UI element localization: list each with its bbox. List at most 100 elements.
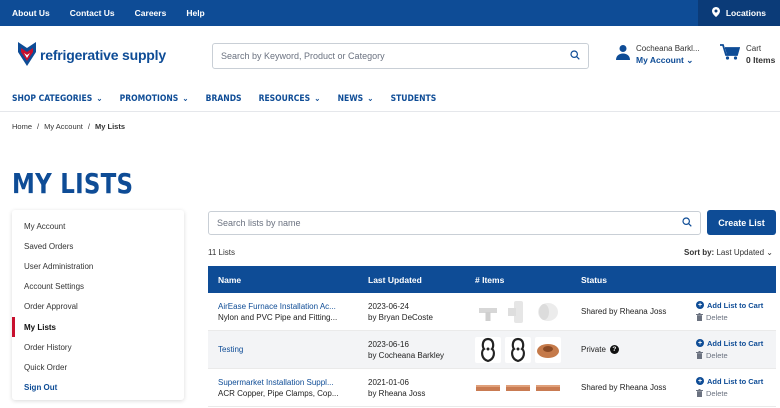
nav-promotions[interactable]: PROMOTIONS ⌄ [120,94,189,104]
delete-list-button[interactable]: Delete [696,312,776,323]
my-account-label: My Account ⌄ [636,55,694,65]
site-search-placeholder: Search by Keyword, Product or Category [221,51,385,61]
sidebar-item-my-lists[interactable]: My Lists [12,316,184,338]
breadcrumb-my-account[interactable]: My Account [44,122,83,131]
table-row: Testing 2023-06-16 by Cocheana Barkley P… [208,331,776,369]
pvc-fitting-thumbnail[interactable] [505,298,531,325]
page-title: MY LISTS [12,167,134,200]
status-cell: Shared by Rheana Joss [581,307,696,316]
list-count: 11 Lists [208,248,235,257]
plus-circle-icon: + [696,377,704,385]
nav-news[interactable]: NEWS ⌄ [338,94,374,104]
pipe-tee-thumbnail[interactable] [475,298,501,325]
sidebar-item-order-history[interactable]: Order History [12,337,184,357]
row-actions: + Add List to Cart Delete [696,377,776,399]
status-text: Shared by Rheana Joss [581,307,667,316]
items-thumbnails [475,336,581,363]
column-last-updated[interactable]: Last Updated [368,275,475,285]
list-search-input[interactable]: Search lists by name [208,211,701,235]
updated-by: by Bryan DeCoste [368,312,433,322]
last-updated-cell: 2023-06-24 by Bryan DeCoste [368,302,475,322]
column-name[interactable]: Name [208,275,368,285]
updated-by: by Rheana Joss [368,388,426,398]
site-header: refrigerative supply Search by Keyword, … [0,26,780,86]
site-search-input[interactable]: Search by Keyword, Product or Category [212,43,589,69]
brand-name: refrigerative supply [40,47,166,63]
chevron-down-icon: ⌄ [686,55,694,65]
pipe-clamp-thumbnail[interactable] [505,336,531,363]
list-name-cell: AirEase Furnace Installation Ac... Nylon… [208,302,368,322]
pvc-cap-thumbnail[interactable] [535,298,561,325]
table-row: AirEase Furnace Installation Ac... Nylon… [208,293,776,331]
nav-students[interactable]: STUDENTS [391,94,437,104]
trash-icon [696,350,703,361]
delete-list-button[interactable]: Delete [696,350,776,361]
nav-brands[interactable]: BRANDS [206,94,242,104]
delete-list-button[interactable]: Delete [696,388,776,399]
locations-button[interactable]: Locations [697,0,780,26]
updated-date: 2021-01-06 [368,377,409,387]
account-menu[interactable]: Cocheana Barkl... My Account ⌄ [616,44,700,66]
sidebar-item-account-settings[interactable]: Account Settings [12,277,184,297]
list-name-cell: Supermarket Installation Suppl... ACR Co… [208,378,368,398]
sidebar-item-my-account[interactable]: My Account [12,216,184,236]
utility-links: About Us Contact Us Careers Help [0,8,205,18]
cart-text: Cart 0 Items [746,44,775,65]
pipe-clamp-thumbnail[interactable] [475,336,501,363]
chevron-down-icon: ⌄ [96,93,103,104]
sort-dropdown[interactable]: Sort by: Last Updated ⌄ [684,248,773,257]
account-sidebar: My Account Saved Orders User Administrat… [12,210,184,400]
breadcrumb-current: My Lists [94,122,125,131]
add-list-to-cart-button[interactable]: + Add List to Cart [696,339,776,348]
location-pin-icon [711,7,720,19]
sidebar-item-quick-order[interactable]: Quick Order [12,357,184,377]
updated-date: 2023-06-24 [368,301,409,311]
search-icon[interactable] [682,217,692,229]
create-list-button[interactable]: Create List [707,210,776,235]
breadcrumb-separator: / [37,122,40,131]
sidebar-item-user-administration[interactable]: User Administration [12,256,184,276]
sidebar-item-sign-out[interactable]: Sign Out [12,378,184,398]
trash-icon [696,388,703,399]
about-us-link[interactable]: About Us [12,8,50,18]
add-list-to-cart-button[interactable]: + Add List to Cart [696,377,776,386]
status-text: Shared by Rheana Joss [581,383,667,392]
copper-pipe-thumbnail[interactable] [475,374,501,401]
sidebar-item-saved-orders[interactable]: Saved Orders [12,236,184,256]
status-cell: Private? [581,345,696,354]
nav-shop-categories[interactable]: SHOP CATEGORIES ⌄ [12,94,103,104]
breadcrumb-home[interactable]: Home [12,122,32,131]
breadcrumb: Home / My Account / My Lists [12,122,125,131]
last-updated-cell: 2023-06-16 by Cocheana Barkley [368,340,475,360]
chevron-down-icon: ⌄ [314,93,321,104]
top-utility-bar: About Us Contact Us Careers Help Locatio… [0,0,780,26]
list-name-link[interactable]: Testing [218,345,364,354]
copper-pipe-thumbnail[interactable] [535,374,561,401]
add-list-to-cart-button[interactable]: + Add List to Cart [696,301,776,310]
column-items: # Items [475,274,505,285]
help-link[interactable]: Help [186,8,204,18]
list-description: ACR Copper, Pipe Clamps, Cop... [218,388,339,398]
row-actions: + Add List to Cart Delete [696,301,776,323]
nav-resources[interactable]: RESOURCES ⌄ [259,94,321,104]
brand-logo[interactable]: refrigerative supply [16,40,166,70]
copper-pipe-thumbnail[interactable] [505,374,531,401]
copper-fitting-thumbnail[interactable] [535,336,561,363]
search-icon[interactable] [570,50,580,62]
chevron-down-icon: ⌄ [766,248,773,257]
list-name-link[interactable]: AirEase Furnace Installation Ac... [218,302,364,311]
list-name-cell: Testing [208,345,368,354]
contact-us-link[interactable]: Contact Us [70,8,115,18]
user-icon [616,44,630,62]
list-name-link[interactable]: Supermarket Installation Suppl... [218,378,364,387]
main-nav: SHOP CATEGORIES ⌄ PROMOTIONS ⌄ BRANDS RESO… [0,86,780,112]
help-question-icon[interactable]: ? [609,345,619,354]
careers-link[interactable]: Careers [135,8,167,18]
sidebar-item-order-approval[interactable]: Order Approval [12,297,184,317]
list-search-placeholder: Search lists by name [217,218,301,228]
cart-button[interactable]: Cart 0 Items [720,44,775,65]
breadcrumb-separator: / [87,122,90,131]
plus-circle-icon: + [696,339,704,347]
table-header: Name Last Updated # Items Status [208,266,776,293]
chevron-down-icon: ⌄ [367,93,374,104]
